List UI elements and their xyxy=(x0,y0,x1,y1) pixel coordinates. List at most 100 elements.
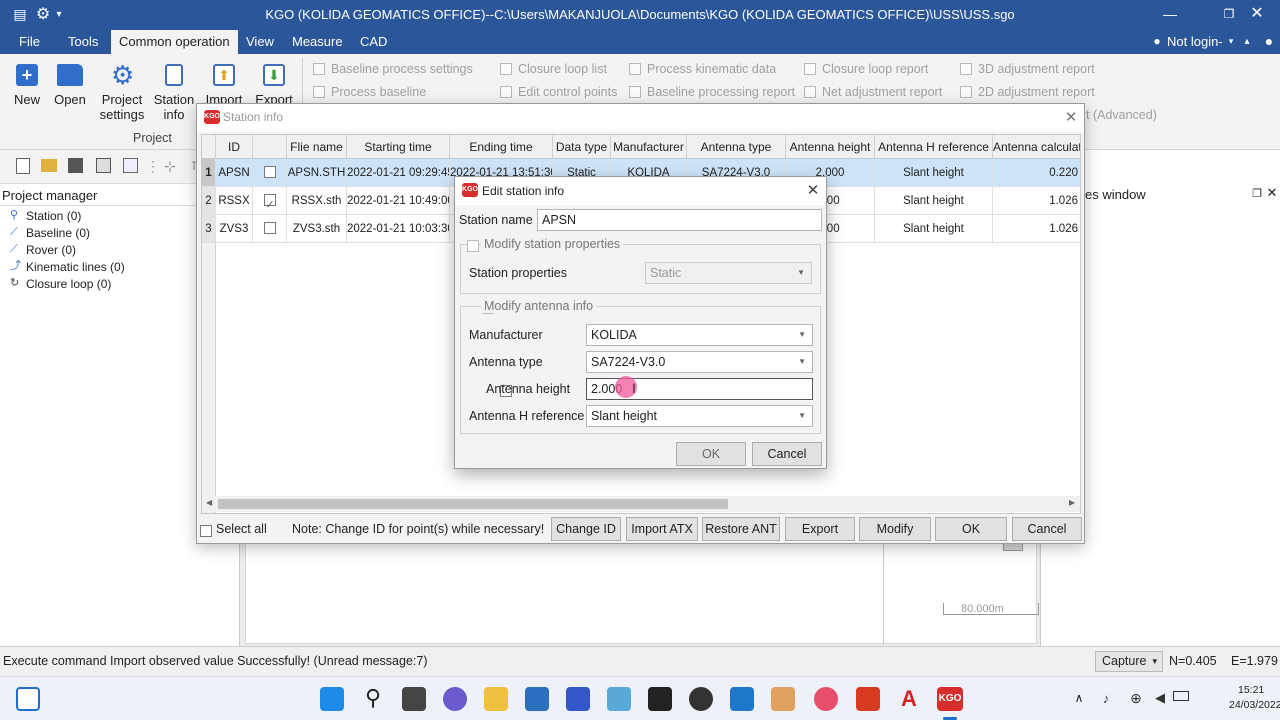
float-panel-icon[interactable]: ❐ xyxy=(1251,187,1263,200)
process-kinematic-data-item[interactable]: Process kinematic data xyxy=(629,62,776,76)
scrollbar-thumb[interactable] xyxy=(218,499,728,509)
export-button[interactable]: Export xyxy=(785,517,855,541)
modify-antenna-info-label[interactable]: Modify antenna info xyxy=(481,299,597,313)
ribbon-collapse-icon[interactable]: ▴ xyxy=(1240,35,1254,47)
open-folder-icon[interactable] xyxy=(41,159,57,172)
table-row-start[interactable]: 2022-01-21 10:03:30 xyxy=(347,215,450,243)
modify-button[interactable]: Modify xyxy=(859,517,931,541)
manufacturer-select[interactable]: KOLIDA ▼ xyxy=(586,324,813,346)
language-icon[interactable]: ⊕ xyxy=(1128,689,1144,707)
media-player-icon[interactable] xyxy=(689,687,713,711)
antenna-h-reference-select[interactable]: Slant height ▼ xyxy=(586,405,813,427)
table-row-calc[interactable]: 1.026 xyxy=(993,187,1080,215)
network-icon[interactable]: ⊹ xyxy=(162,158,178,174)
menu-file[interactable]: File xyxy=(19,34,40,49)
start-icon[interactable] xyxy=(320,687,344,711)
net-adjustment-report-item[interactable]: Net adjustment report xyxy=(804,85,942,99)
menu-view[interactable]: View xyxy=(246,34,274,49)
column-header-ending-time[interactable]: Ending time xyxy=(450,135,553,159)
column-header-data-type[interactable]: Data type xyxy=(553,135,611,159)
scroll-right-icon[interactable]: ▶ xyxy=(1069,498,1075,507)
table-row-file[interactable]: APSN.STH xyxy=(287,159,347,187)
table-row-start[interactable]: 2022-01-21 10:49:00 xyxy=(347,187,450,215)
minimize-icon[interactable]: — xyxy=(1160,4,1180,24)
close-icon[interactable]: ✕ xyxy=(1266,185,1278,200)
import-atx-button[interactable]: Import ATX xyxy=(626,517,698,541)
table-row-href[interactable]: Slant height xyxy=(875,159,993,187)
horizontal-scrollbar[interactable]: ◀ ▶ xyxy=(202,496,1080,512)
document-icon[interactable] xyxy=(123,158,138,173)
column-header-id[interactable]: ID xyxy=(216,135,253,159)
cancel-button[interactable]: Cancel xyxy=(752,442,822,466)
user-login-menu[interactable]: Not login- xyxy=(1167,34,1223,49)
battery-icon[interactable] xyxy=(1173,691,1189,701)
project-settings-button[interactable]: ⚙ Project settings xyxy=(98,62,146,122)
column-header-antenna-height[interactable]: Antenna height xyxy=(786,135,875,159)
table-row-calc[interactable]: 1.026 xyxy=(993,215,1080,243)
office-icon[interactable] xyxy=(856,687,880,711)
baseline-process-settings-item[interactable]: Baseline process settings xyxy=(313,62,473,76)
close-icon[interactable]: ✕ xyxy=(1063,108,1079,126)
column-header-antenna-calculation[interactable]: Antenna calculati xyxy=(993,135,1080,159)
microphone-icon[interactable]: ♪ xyxy=(1100,689,1112,707)
open-button[interactable]: Open xyxy=(52,64,88,107)
table-row-start[interactable]: 2022-01-21 09:29:45 xyxy=(347,159,450,187)
change-id-button[interactable]: Change ID xyxy=(551,517,621,541)
restore-icon[interactable]: ❐ xyxy=(1219,4,1239,24)
menu-measure[interactable]: Measure xyxy=(292,34,343,49)
row-checkbox[interactable] xyxy=(263,191,276,214)
3d-adjustment-report-item[interactable]: 3D adjustment report xyxy=(960,62,1095,76)
antenna-type-select[interactable]: SA7224-V3.0 ▼ xyxy=(586,351,813,373)
tree-item-rover[interactable]: ⟋ Rover (0) xyxy=(10,243,76,257)
slides-icon[interactable] xyxy=(771,687,795,711)
table-row-href[interactable]: Slant height xyxy=(875,187,993,215)
clock-date[interactable]: 24/03/2022 xyxy=(1229,699,1280,711)
clock-time[interactable]: 15:21 xyxy=(1238,684,1264,696)
2d-adjustment-report-item[interactable]: 2D adjustment report xyxy=(960,85,1095,99)
tree-item-station[interactable]: ⚲ Station (0) xyxy=(10,209,81,223)
advanced-report-item[interactable]: t (Advanced) xyxy=(1086,108,1157,122)
modify-station-properties-label[interactable]: Modify station properties xyxy=(481,237,624,251)
menu-common-operation[interactable]: Common operation xyxy=(111,30,238,54)
row-checkbox[interactable] xyxy=(263,222,276,234)
new-file-icon[interactable] xyxy=(16,158,30,174)
help-icon[interactable]: ● xyxy=(1262,33,1276,49)
column-header-check[interactable] xyxy=(253,135,287,159)
search-icon[interactable]: ⚲ xyxy=(361,687,385,711)
station-info-button[interactable]: Station info xyxy=(152,64,196,122)
station-name-input[interactable]: APSN xyxy=(537,209,822,231)
restore-ant-button[interactable]: Restore ANT xyxy=(702,517,780,541)
closure-loop-list-item[interactable]: Closure loop list xyxy=(500,62,607,76)
baseline-processing-report-item[interactable]: Baseline processing report xyxy=(629,85,795,99)
capture-dropdown[interactable]: Capture ▾ xyxy=(1095,651,1163,672)
chevron-down-icon[interactable]: ▾ xyxy=(1226,35,1236,47)
store-icon[interactable] xyxy=(525,687,549,711)
table-row-href[interactable]: Slant height xyxy=(875,215,993,243)
file-explorer-icon[interactable] xyxy=(484,687,508,711)
menu-tools[interactable]: Tools xyxy=(68,34,98,49)
menu-cad[interactable]: CAD xyxy=(360,34,387,49)
save-icon[interactable] xyxy=(68,158,83,173)
station-properties-select[interactable]: Static ▼ xyxy=(645,262,812,284)
row-checkbox-cell[interactable] xyxy=(253,159,287,187)
closure-loop-report-item[interactable]: Closure loop report xyxy=(804,62,928,76)
cancel-button[interactable]: Cancel xyxy=(1012,517,1082,541)
ok-button[interactable]: OK xyxy=(935,517,1007,541)
kgo-taskbar-icon[interactable]: KGO xyxy=(937,687,963,711)
scroll-left-icon[interactable]: ◀ xyxy=(206,498,212,507)
edit-control-points-item[interactable]: Edit control points xyxy=(500,85,617,99)
chevron-up-icon[interactable]: ∧ xyxy=(1072,689,1086,707)
app-icon[interactable] xyxy=(566,687,590,711)
tree-item-closure-loop[interactable]: ↻ Closure loop (0) xyxy=(10,277,111,291)
process-baseline-item[interactable]: Process baseline xyxy=(313,85,426,99)
import-button[interactable]: ⬆ Import xyxy=(202,64,246,107)
column-header-starting-time[interactable]: Starting time xyxy=(347,135,450,159)
screen-app-icon[interactable] xyxy=(607,687,631,711)
video-editor-icon[interactable] xyxy=(730,687,754,711)
column-header-antenna-h-reference[interactable]: Antenna H reference xyxy=(875,135,993,159)
column-header-manufacturer[interactable]: Manufacturer xyxy=(611,135,687,159)
row-checkbox-cell[interactable] xyxy=(253,215,287,243)
column-header-antenna-type[interactable]: Antenna type xyxy=(687,135,786,159)
table-row-file[interactable]: RSSX.sth xyxy=(287,187,347,215)
tree-item-kinematic-lines[interactable]: ⤴ Kinematic lines (0) xyxy=(10,260,125,274)
